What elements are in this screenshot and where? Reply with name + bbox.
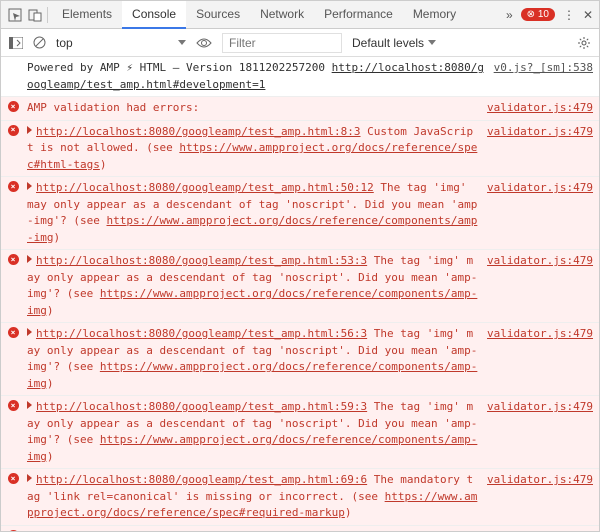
entry-source-link[interactable]: validator.js:479 — [487, 253, 593, 319]
inspect-icon[interactable] — [7, 7, 23, 23]
log-entry: × http://localhost:8080/googleamp/test_am… — [1, 469, 599, 526]
log-entry: × http://localhost:8080/googleamp/test_am… — [1, 121, 599, 178]
tab-performance[interactable]: Performance — [314, 1, 403, 29]
context-label: top — [56, 36, 73, 50]
error-location-link[interactable]: http://localhost:8080/googleamp/test_amp… — [36, 530, 367, 532]
entry-message: http://localhost:8080/googleamp/test_amp… — [27, 253, 479, 319]
entry-message: Powered by AMP ⚡ HTML – Version 18112022… — [27, 60, 486, 93]
expand-caret-icon[interactable] — [27, 126, 32, 134]
error-icon: × — [8, 327, 19, 338]
log-entry: Powered by AMP ⚡ HTML – Version 18112022… — [1, 57, 599, 97]
entry-gutter: × — [5, 253, 21, 319]
entry-source-link[interactable]: validator.js:479 — [487, 399, 593, 465]
tab-console[interactable]: Console — [122, 1, 186, 29]
chevron-down-icon — [428, 40, 436, 45]
filter-input[interactable] — [222, 33, 342, 53]
expand-caret-icon[interactable] — [27, 474, 32, 482]
entry-source-link[interactable]: validator.js:479 — [487, 529, 593, 532]
error-icon: × — [8, 473, 19, 484]
context-selector[interactable]: top — [56, 36, 186, 50]
close-icon[interactable]: ✕ — [583, 8, 593, 22]
error-icon: × — [8, 125, 19, 136]
entry-gutter: × — [5, 100, 21, 117]
clear-console-icon[interactable] — [33, 36, 46, 49]
entry-gutter: × — [5, 472, 21, 522]
kebab-menu-icon[interactable]: ⋮ — [563, 8, 575, 22]
entry-source-link[interactable]: validator.js:479 — [487, 472, 593, 522]
entry-gutter: × — [5, 399, 21, 465]
log-level-label: Default levels — [352, 36, 424, 50]
console-toolbar: top Default levels — [1, 29, 599, 57]
entry-message: http://localhost:8080/googleamp/test_amp… — [27, 529, 479, 532]
entry-source-link[interactable]: validator.js:479 — [487, 100, 593, 117]
entry-message: AMP validation had errors: — [27, 100, 479, 117]
error-icon: × — [8, 530, 19, 532]
entry-gutter: × — [5, 529, 21, 532]
log-entry: × http://localhost:8080/googleamp/test_am… — [1, 396, 599, 469]
entry-source-link[interactable]: validator.js:479 — [487, 180, 593, 246]
error-location-link[interactable]: http://localhost:8080/googleamp/test_amp… — [36, 181, 374, 194]
entry-message: http://localhost:8080/googleamp/test_amp… — [27, 180, 479, 246]
entry-gutter: × — [5, 180, 21, 246]
console-log[interactable]: Powered by AMP ⚡ HTML – Version 18112022… — [1, 57, 599, 531]
log-level-selector[interactable]: Default levels — [352, 36, 436, 50]
expand-caret-icon[interactable] — [27, 255, 32, 263]
devtools-tabs: ElementsConsoleSourcesNetworkPerformance… — [1, 1, 599, 29]
expand-caret-icon[interactable] — [27, 531, 32, 532]
error-location-link[interactable]: http://localhost:8080/googleamp/test_amp… — [36, 327, 367, 340]
entry-source-link[interactable]: validator.js:479 — [487, 124, 593, 174]
preamble-link[interactable]: http://localhost:8080/googleamp/test_amp… — [27, 61, 484, 91]
error-count: 10 — [538, 9, 549, 20]
error-location-link[interactable]: http://localhost:8080/googleamp/test_amp… — [36, 473, 367, 486]
log-entry: × http://localhost:8080/googleamp/test_am… — [1, 526, 599, 532]
log-entry: × http://localhost:8080/googleamp/test_am… — [1, 323, 599, 396]
device-toggle-icon[interactable] — [27, 7, 43, 23]
error-icon: × — [8, 254, 19, 265]
expand-caret-icon[interactable] — [27, 401, 32, 409]
entry-source-link[interactable]: v0.js?_[sm]:538 — [494, 60, 593, 93]
error-icon: × — [8, 181, 19, 192]
error-count-badge[interactable]: ⊗ 10 — [521, 8, 555, 21]
error-icon: × — [8, 400, 19, 411]
tab-network[interactable]: Network — [250, 1, 314, 29]
error-location-link[interactable]: http://localhost:8080/googleamp/test_amp… — [36, 254, 367, 267]
error-icon: ⊗ — [527, 9, 535, 20]
tabs-overflow[interactable]: » — [506, 8, 513, 22]
expand-caret-icon[interactable] — [27, 182, 32, 190]
entry-gutter: × — [5, 124, 21, 174]
gear-icon[interactable] — [577, 36, 591, 50]
entry-gutter — [5, 60, 21, 93]
entry-message: http://localhost:8080/googleamp/test_amp… — [27, 399, 479, 465]
tab-sources[interactable]: Sources — [186, 1, 250, 29]
error-location-link[interactable]: http://localhost:8080/googleamp/test_amp… — [36, 125, 361, 138]
entry-gutter: × — [5, 326, 21, 392]
error-location-link[interactable]: http://localhost:8080/googleamp/test_amp… — [36, 400, 367, 413]
tab-memory[interactable]: Memory — [403, 1, 466, 29]
log-entry: × http://localhost:8080/googleamp/test_am… — [1, 250, 599, 323]
entry-message: http://localhost:8080/googleamp/test_amp… — [27, 326, 479, 392]
log-entry: × AMP validation had errors: validator.js:… — [1, 97, 599, 121]
eye-icon[interactable] — [196, 37, 212, 49]
entry-message: http://localhost:8080/googleamp/test_amp… — [27, 472, 479, 522]
tab-elements[interactable]: Elements — [52, 1, 122, 29]
entry-message: http://localhost:8080/googleamp/test_amp… — [27, 124, 479, 174]
log-entry: × http://localhost:8080/googleamp/test_am… — [1, 177, 599, 250]
expand-caret-icon[interactable] — [27, 328, 32, 336]
chevron-down-icon — [178, 40, 186, 45]
entry-source-link[interactable]: validator.js:479 — [487, 326, 593, 392]
divider — [47, 7, 48, 23]
sidebar-toggle-icon[interactable] — [9, 37, 23, 49]
error-icon: × — [8, 101, 19, 112]
